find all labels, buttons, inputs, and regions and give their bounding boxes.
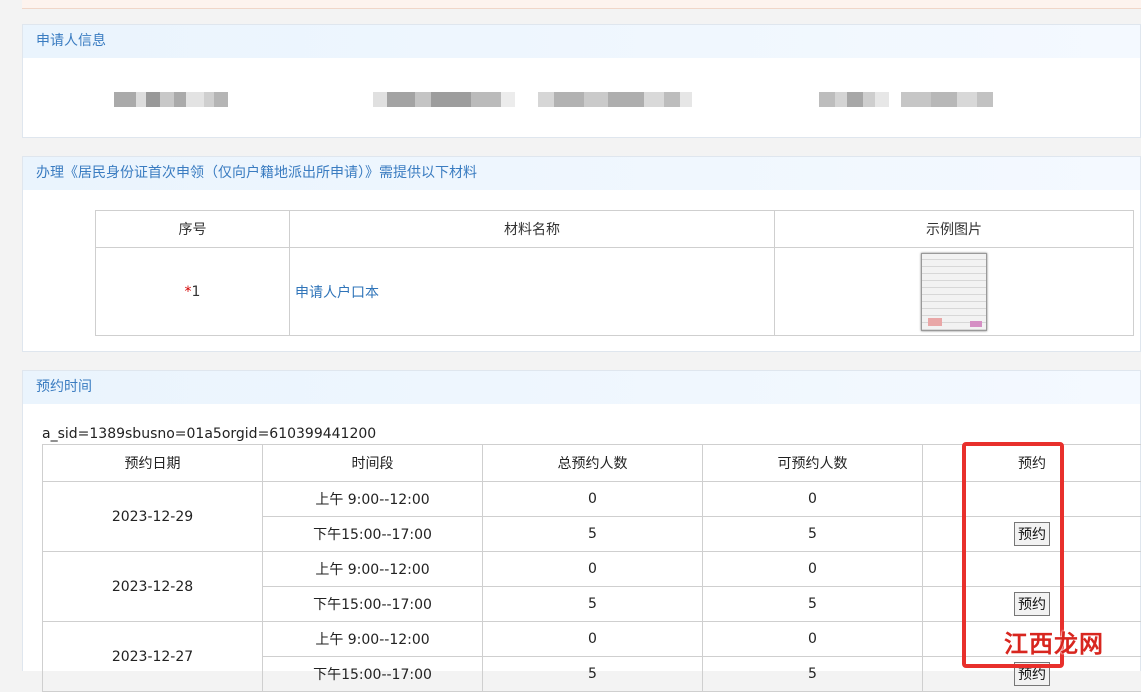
table-header-row: 序号 材料名称 示例图片 [96,211,1134,248]
time-slot: 上午 9:00--12:00 [263,482,483,517]
total-count: 0 [483,482,703,517]
material-index: *1 [96,248,290,336]
total-count: 5 [483,517,703,552]
column-header-material-name: 材料名称 [290,211,775,248]
materials-panel-title: 办理《居民身份证首次申领（仅向户籍地派出所申请）》需提供以下材料 [23,157,1140,190]
table-row: *1 申请人户口本 [96,248,1134,336]
total-count: 0 [483,622,703,657]
available-count: 5 [703,657,923,692]
total-count: 5 [483,587,703,622]
notice-bar [22,0,1141,9]
available-count: 0 [703,622,923,657]
available-count: 5 [703,587,923,622]
household-register-sample-image[interactable] [921,253,987,331]
sample-image-cell [775,248,1134,336]
materials-table: 序号 材料名称 示例图片 *1 申请人户口本 [95,210,1134,336]
time-slot: 下午15:00--17:00 [263,517,483,552]
material-name-link[interactable]: 申请人户口本 [290,248,775,336]
available-count: 0 [703,482,923,517]
available-count: 0 [703,552,923,587]
blurred-applicant-phone [819,92,993,107]
blurred-applicant-id [373,92,692,107]
total-count: 0 [483,552,703,587]
total-count: 5 [483,657,703,692]
time-slot: 下午15:00--17:00 [263,657,483,692]
time-slot: 下午15:00--17:00 [263,587,483,622]
column-header-date: 预约日期 [43,445,263,482]
material-index-number: 1 [192,284,201,300]
column-header-index: 序号 [96,211,290,248]
time-slot: 上午 9:00--12:00 [263,622,483,657]
column-header-sample-image: 示例图片 [775,211,1134,248]
column-header-time-slot: 时间段 [263,445,483,482]
reservation-date: 2023-12-29 [43,482,263,552]
column-header-available: 可预约人数 [703,445,923,482]
required-mark: * [185,284,192,300]
materials-panel: 办理《居民身份证首次申领（仅向户籍地派出所申请）》需提供以下材料 序号 材料名称… [22,156,1141,352]
site-watermark: 江西龙网 [1004,624,1104,659]
reservation-date: 2023-12-27 [43,622,263,692]
blurred-applicant-name [114,92,228,107]
applicant-panel-title: 申请人信息 [23,25,1140,58]
available-count: 5 [703,517,923,552]
session-id-text: a_sid=1389sbusno=01a5orgid=610399441200 [42,426,376,442]
applicant-panel: 申请人信息 [22,24,1141,138]
reservation-panel-title: 预约时间 [23,371,1140,404]
reservation-date: 2023-12-28 [43,552,263,622]
time-slot: 上午 9:00--12:00 [263,552,483,587]
column-header-total-booked: 总预约人数 [483,445,703,482]
